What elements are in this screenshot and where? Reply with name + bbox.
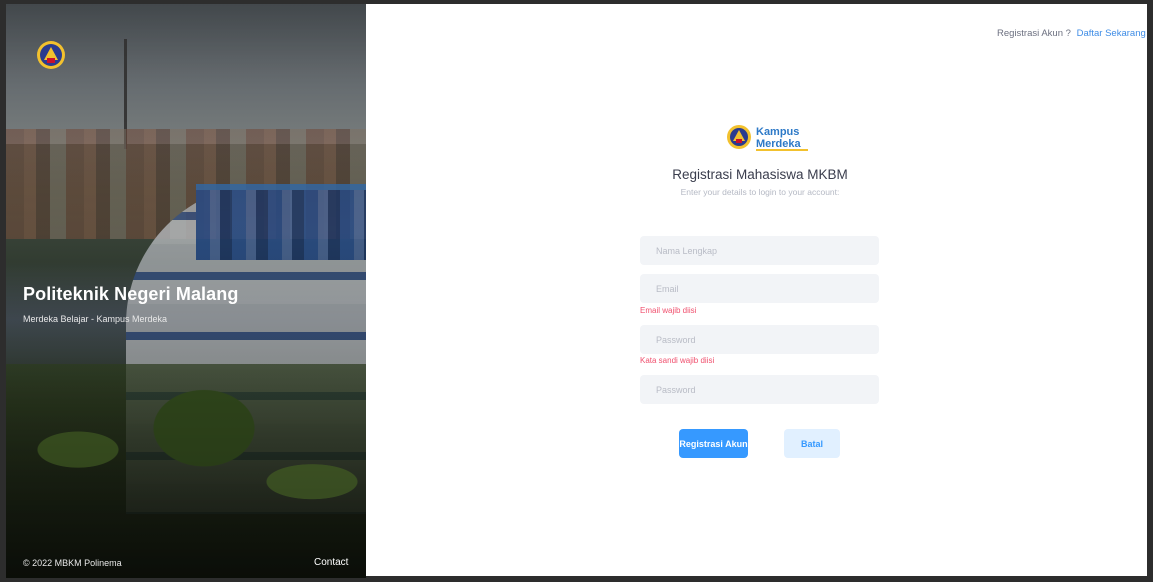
copyright-text: © 2022 MBKM Polinema: [23, 558, 122, 568]
register-account-button[interactable]: Registrasi Akun: [679, 429, 748, 458]
contact-link[interactable]: Contact: [314, 557, 348, 568]
polinema-crest-icon: [37, 41, 65, 69]
form-subtitle: Enter your details to login to your acco…: [680, 187, 840, 197]
svg-text:Merdeka: Merdeka: [756, 138, 802, 150]
daftar-sekarang-link[interactable]: Daftar Sekarang: [1077, 28, 1146, 39]
form-title: Registrasi Mahasiswa MKBM: [672, 167, 848, 182]
top-signup-nav: Registrasi Akun ? Daftar Sekarang: [997, 28, 1146, 39]
email-input[interactable]: [640, 274, 879, 303]
password-error-text: Kata sandi wajib diisi: [640, 356, 715, 365]
password-confirm-input[interactable]: [640, 375, 879, 404]
cancel-button[interactable]: Batal: [784, 429, 840, 458]
email-error-text: Email wajib diisi: [640, 306, 697, 315]
full-name-input[interactable]: [640, 236, 879, 265]
hero-subtitle: Merdeka Belajar - Kampus Merdeka: [23, 314, 168, 324]
hero-panel: Politeknik Negeri Malang Merdeka Belajar…: [6, 4, 366, 578]
kampus-merdeka-logo: Kampus Merdeka: [727, 125, 808, 151]
svg-text:Kampus: Kampus: [756, 126, 799, 138]
hero-title: Politeknik Negeri Malang: [23, 284, 239, 304]
signup-question: Registrasi Akun ?: [997, 28, 1071, 39]
password-input[interactable]: [640, 325, 879, 354]
